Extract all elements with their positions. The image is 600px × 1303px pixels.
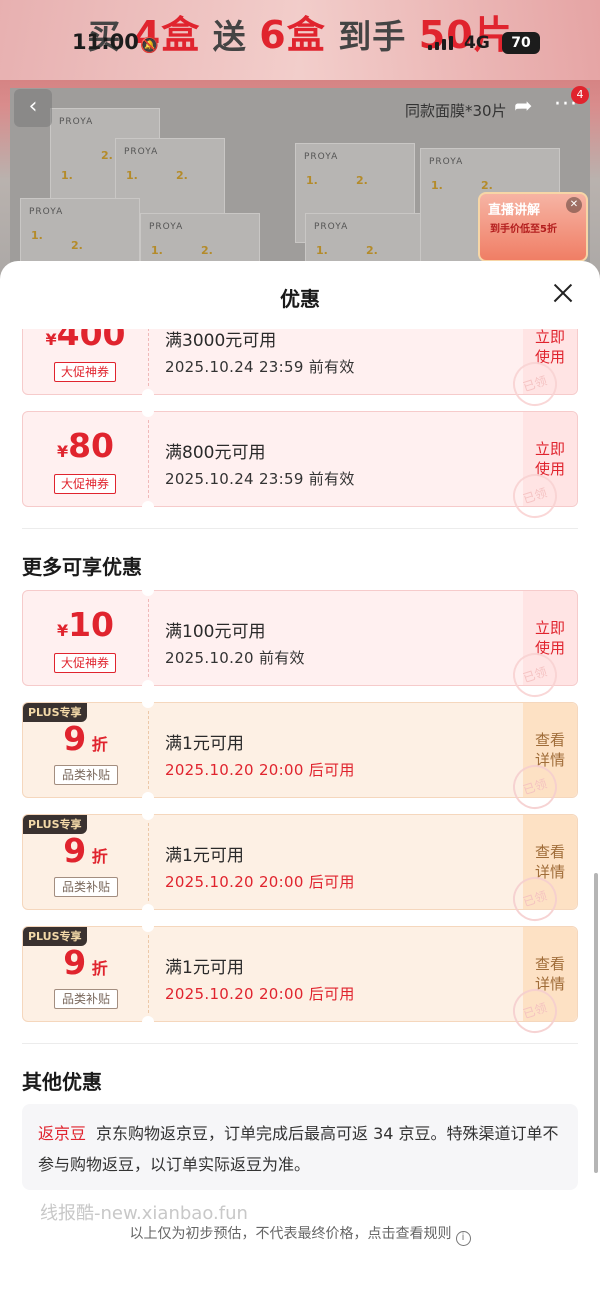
coupon-condition: 满100元可用 <box>165 622 266 642</box>
battery-icon: 70 <box>502 32 540 54</box>
coupon-card: PLUS专享 9 折 品类补贴 满1元可用 2025.10.20 20:00 后… <box>22 696 578 815</box>
coupon-tag: 品类补贴 <box>54 877 118 897</box>
coupon-card: ¥10 大促神券 满100元可用 2025.10.20 前有效 立即 使用 已领 <box>22 584 578 703</box>
coupon-validity: 2025.10.20 20:00 后可用 <box>165 873 355 891</box>
coupon-amount: ¥400 <box>45 329 126 353</box>
coupon-amount: 9 折 <box>63 831 108 870</box>
coupon-amount: ¥80 <box>56 426 115 465</box>
coupon-card: PLUS专享 9 折 品类补贴 满1元可用 2025.10.20 20:00 后… <box>22 920 578 1039</box>
similar-product-label[interactable]: 同款面膜*30片 <box>405 100 507 121</box>
close-icon[interactable] <box>548 278 578 308</box>
live-label: 直播讲解 <box>488 203 541 218</box>
sheet-header: 优惠 <box>0 261 600 329</box>
coupon-tag: 大促神券 <box>54 653 116 673</box>
status-bar: 11:00 🔕 4G 70 <box>0 30 600 60</box>
coupon-condition: 满1元可用 <box>165 846 244 866</box>
coupon-tag: 大促神券 <box>54 362 116 382</box>
coupon-card: ¥80 大促神券 满800元可用 2025.10.24 23:59 前有效 立即… <box>22 405 578 524</box>
notification-badge: 4 <box>571 86 589 104</box>
close-icon[interactable]: ✕ <box>566 197 582 213</box>
coupon-validity: 2025.10.20 20:00 后可用 <box>165 985 355 1003</box>
coupon-validity: 2025.10.20 20:00 后可用 <box>165 761 355 779</box>
sheet-title: 优惠 <box>280 287 320 311</box>
network-type: 4G <box>464 33 490 53</box>
discount-sheet: 优惠 ¥400 大促神券 满3000元可用 2025.10.24 23:59 前… <box>0 261 600 1303</box>
live-stream-widget[interactable]: 直播讲解 ✕ 到手价低至5折 <box>478 192 588 262</box>
other-discounts-title: 其他优惠 <box>22 1070 102 1094</box>
coupon-tag: 品类补贴 <box>54 765 118 785</box>
jingdou-rebate-text: 返京豆 京东购物返京豆，订单完成后最高可返 34 京豆。特殊渠道订单不参与购物返豆… <box>38 1124 559 1174</box>
divider <box>22 1043 578 1044</box>
coupon-amount: 9 折 <box>63 943 108 982</box>
back-button[interactable]: ‹ <box>14 89 52 127</box>
product-page-background: 买 4盒 送 6盒 到手 50片 PROYA 1. 2. PROYA 1. 2. PRO… <box>0 0 600 300</box>
coupon-condition: 满800元可用 <box>165 443 266 463</box>
coupon-amount: ¥10 <box>56 605 115 644</box>
coupon-condition: 满1元可用 <box>165 958 244 978</box>
coupon-tag: 品类补贴 <box>54 989 118 1009</box>
coupon-validity: 2025.10.24 23:59 前有效 <box>165 358 355 376</box>
silent-bell-icon: 🔕 <box>140 36 159 54</box>
signal-icon <box>428 34 453 50</box>
more-discounts-title: 更多可享优惠 <box>22 555 142 579</box>
status-time: 11:00 <box>72 30 139 54</box>
coupon-condition: 满1元可用 <box>165 734 244 754</box>
jingdou-keyword: 返京豆 <box>38 1124 87 1143</box>
live-promo-text: 到手价低至5折 <box>490 224 557 235</box>
rules-link[interactable]: 以上仅为初步预估，不代表最终价格，点击查看规则 i <box>0 1223 600 1246</box>
divider <box>22 528 578 529</box>
coupon-card: ¥400 大促神券 满3000元可用 2025.10.24 23:59 前有效 … <box>22 329 578 412</box>
coupon-card: PLUS专享 9 折 品类补贴 满1元可用 2025.10.20 20:00 后… <box>22 808 578 927</box>
share-icon[interactable]: ➦ <box>514 94 532 119</box>
info-icon[interactable]: i <box>455 1231 471 1246</box>
coupon-validity: 2025.10.20 前有效 <box>165 649 305 667</box>
scrollbar[interactable] <box>594 873 598 1173</box>
discount-list[interactable]: ¥400 大促神券 满3000元可用 2025.10.24 23:59 前有效 … <box>0 329 600 1303</box>
coupon-amount: 9 折 <box>63 719 108 758</box>
coupon-condition: 满3000元可用 <box>165 331 277 351</box>
jingdou-rebate-box: 返京豆 京东购物返京豆，订单完成后最高可返 34 京豆。特殊渠道订单不参与购物返豆… <box>22 1104 578 1190</box>
coupon-validity: 2025.10.24 23:59 前有效 <box>165 470 355 488</box>
watermark: 线报酷-new.xianbao.fun <box>40 1203 248 1224</box>
coupon-tag: 大促神券 <box>54 474 116 494</box>
